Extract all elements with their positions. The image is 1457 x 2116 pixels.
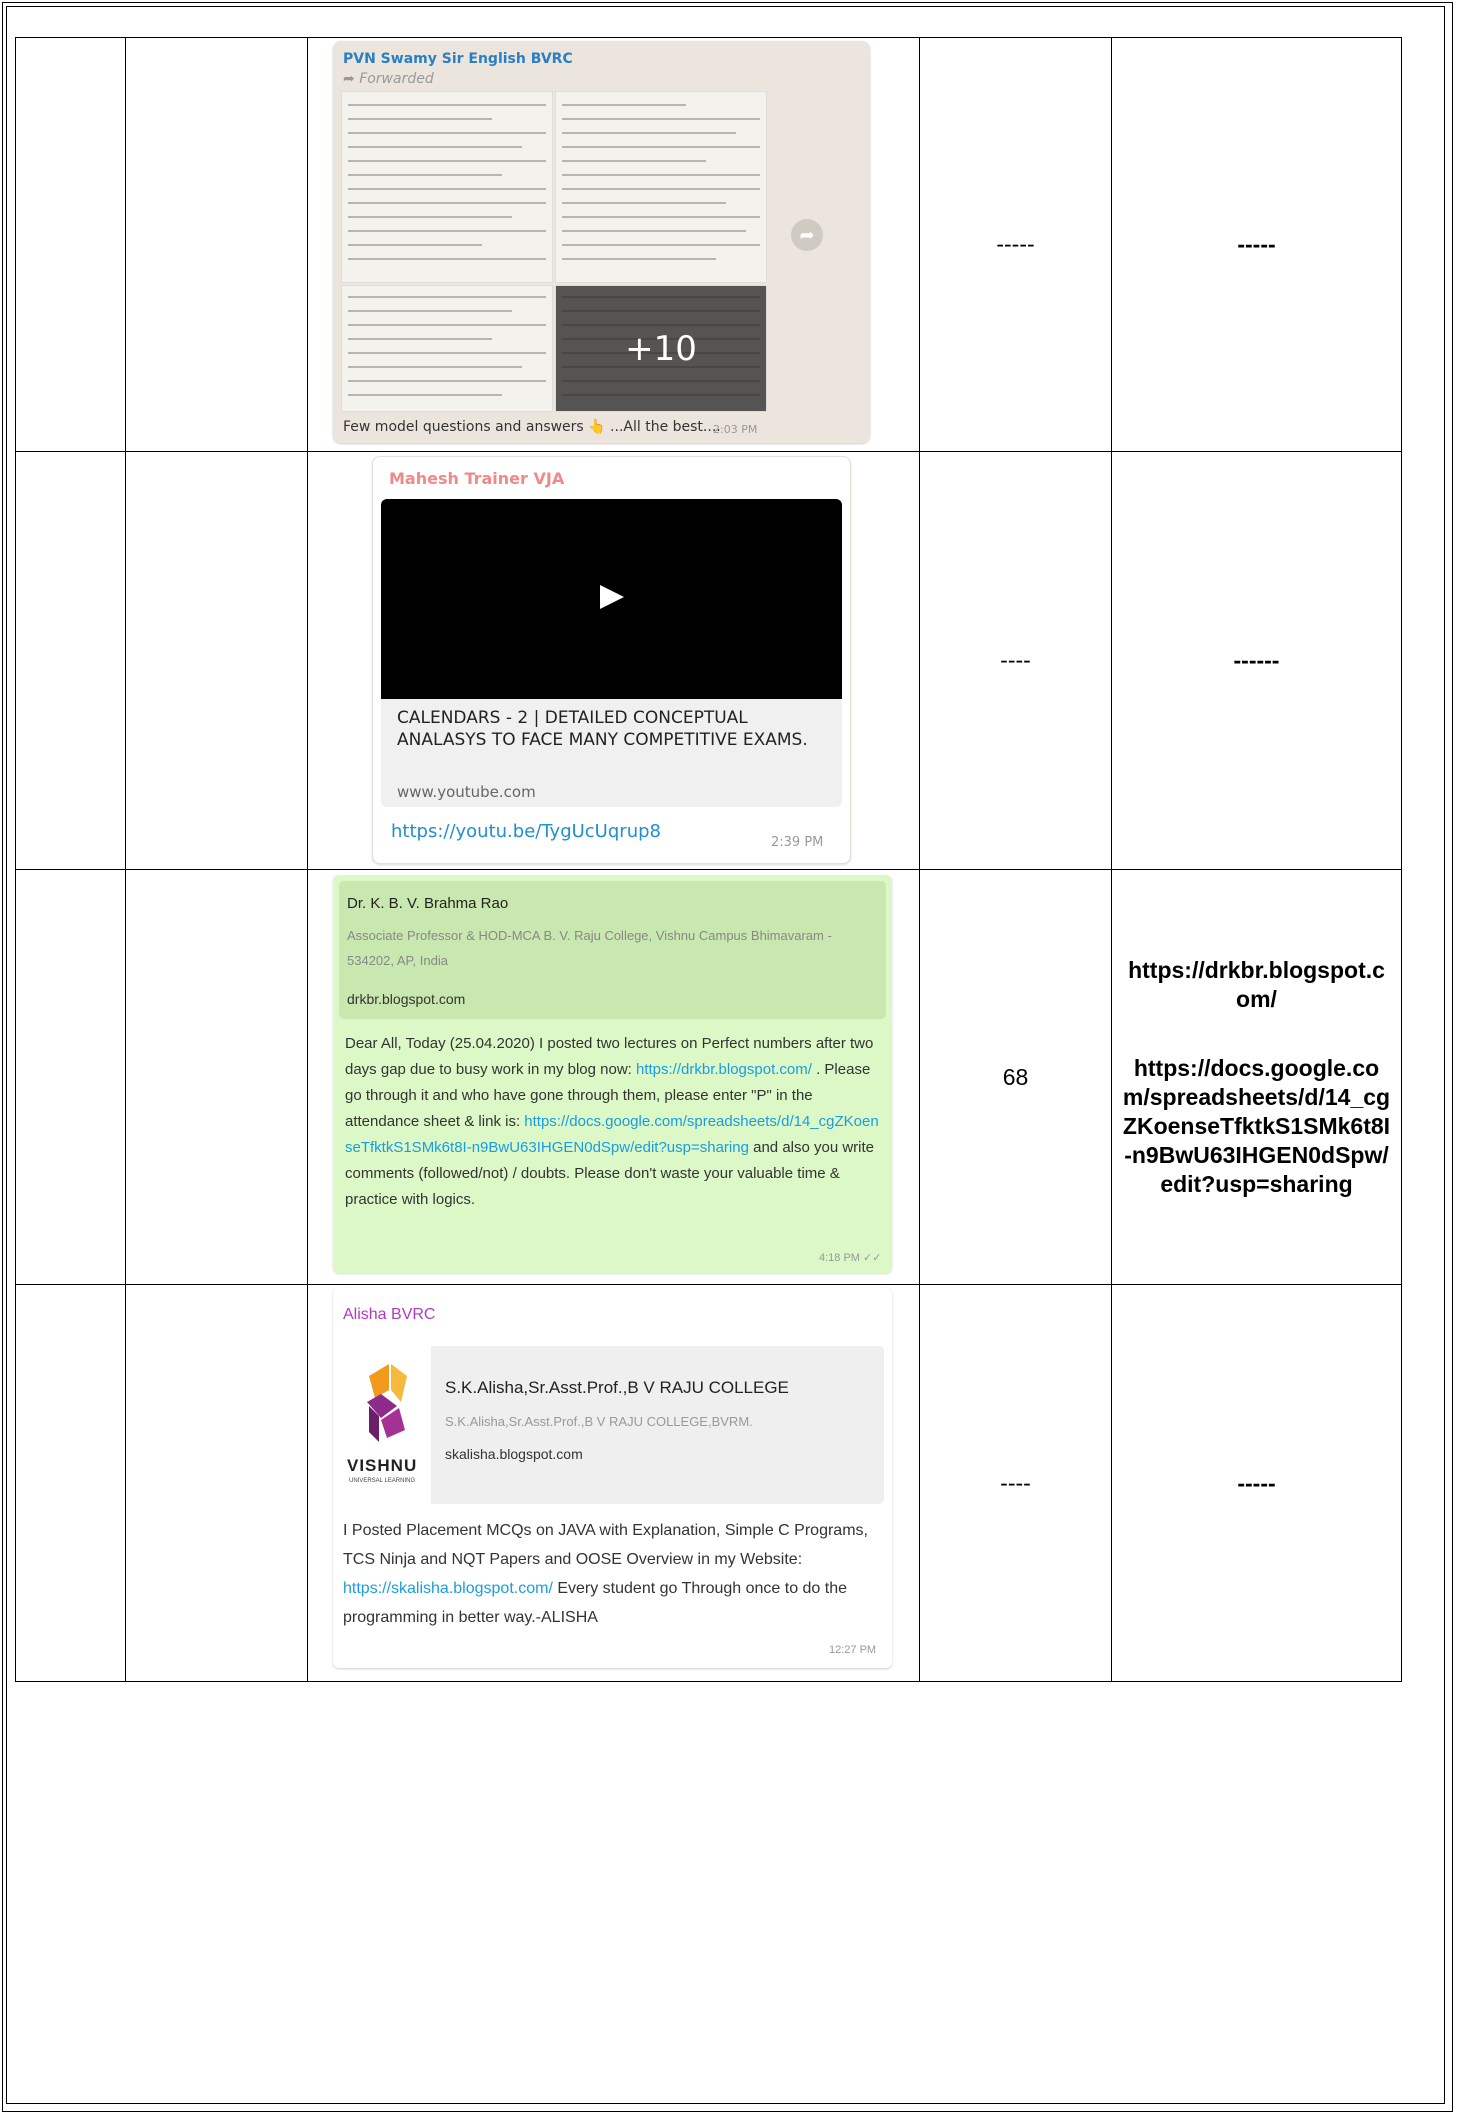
link-preview[interactable]: VISHNU UNIVERSAL LEARNING S.K.Alisha,Sr.…: [341, 1346, 884, 1504]
preview-description: Associate Professor & HOD-MCA B. V. Raju…: [347, 928, 832, 968]
preview-site: drkbr.blogspot.com: [347, 991, 466, 1007]
logo-text: VISHNU: [347, 1456, 418, 1475]
empty-cell: [125, 451, 308, 870]
play-icon[interactable]: [600, 585, 624, 609]
sender-name: Mahesh Trainer VJA: [389, 469, 565, 488]
evidence-table: PVN Swamy Sir English BVRC ➦ Forwarded +…: [15, 37, 1402, 1682]
sender-name: Alisha BVRC: [343, 1306, 436, 1323]
sender-name: PVN Swamy Sir English BVRC: [343, 51, 573, 67]
blog-link[interactable]: https://drkbr.blogspot.com/: [636, 1061, 812, 1078]
video-title: CALENDARS - 2 | DETAILED CONCEPTUAL ANAL…: [397, 708, 808, 750]
table-row: Alisha BVRC VISHNU UNIVERSAL LEARNING S.…: [15, 1284, 1402, 1682]
links-cell: ------: [1111, 451, 1402, 870]
empty-cell: [15, 869, 126, 1285]
table-row: Dr. K. B. V. Brahma Rao Associate Profes…: [15, 869, 1402, 1285]
website-link[interactable]: https://skalisha.blogspot.com/: [343, 1580, 553, 1597]
forward-arrow-icon: ➦: [343, 71, 360, 87]
count-cell: -----: [919, 37, 1112, 452]
album-image-3[interactable]: [341, 285, 553, 412]
preview-title: Dr. K. B. V. Brahma Rao: [347, 895, 509, 912]
message-time: 2:03 PM: [713, 423, 758, 436]
blog-url: https://drkbr.blogspot.com/: [1128, 956, 1385, 1012]
screenshot-cell: Alisha BVRC VISHNU UNIVERSAL LEARNING S.…: [307, 1284, 920, 1682]
video-link[interactable]: https://youtu.be/TygUcUqrup8: [391, 821, 661, 842]
message-text-part: I Posted Placement MCQs on JAVA with Exp…: [343, 1522, 868, 1568]
album-caption: Few model questions and answers 👆 ...All…: [343, 419, 721, 435]
forwarded-text: Forwarded: [359, 71, 434, 87]
whatsapp-website-message: Alisha BVRC VISHNU UNIVERSAL LEARNING S.…: [333, 1288, 892, 1668]
links-cell: -----: [1111, 1284, 1402, 1682]
message-text: Dear All, Today (25.04.2020) I posted tw…: [345, 1031, 885, 1213]
link-preview[interactable]: Dr. K. B. V. Brahma Rao Associate Profes…: [339, 881, 886, 1019]
empty-cell: [125, 37, 308, 452]
table-row: PVN Swamy Sir English BVRC ➦ Forwarded +…: [15, 37, 1402, 452]
empty-cell: [125, 1284, 308, 1682]
preview-description: S.K.Alisha,Sr.Asst.Prof.,B V RAJU COLLEG…: [445, 1414, 753, 1429]
preview-title: S.K.Alisha,Sr.Asst.Prof.,B V RAJU COLLEG…: [445, 1378, 789, 1397]
album-image-1[interactable]: [341, 91, 553, 283]
video-site: www.youtube.com: [397, 783, 536, 801]
message-time: 2:39 PM: [771, 835, 824, 850]
message-time: 4:18 PM ✓✓: [819, 1251, 881, 1264]
empty-cell: [15, 37, 126, 452]
message-time-text: 4:18 PM: [819, 1252, 860, 1264]
empty-cell: [15, 451, 126, 870]
screenshot-cell: Dr. K. B. V. Brahma Rao Associate Profes…: [307, 869, 920, 1285]
album-image-4[interactable]: +10: [555, 285, 767, 412]
screenshot-cell: PVN Swamy Sir English BVRC ➦ Forwarded +…: [307, 37, 920, 452]
empty-cell: [125, 869, 308, 1285]
message-time: 12:27 PM: [829, 1644, 877, 1656]
table-row: Mahesh Trainer VJA CALENDARS - 2 | DETAI…: [15, 451, 1402, 870]
links-cell: -----: [1111, 37, 1402, 452]
video-thumbnail[interactable]: [381, 499, 842, 699]
preview-site: skalisha.blogspot.com: [445, 1446, 583, 1462]
whatsapp-video-message: Mahesh Trainer VJA CALENDARS - 2 | DETAI…: [372, 456, 851, 864]
count-cell: ----: [919, 1284, 1112, 1682]
links-cell: https://drkbr.blogspot.com/ https://docs…: [1111, 869, 1402, 1285]
forward-share-icon[interactable]: ➦: [791, 219, 823, 251]
whatsapp-album-message: PVN Swamy Sir English BVRC ➦ Forwarded +…: [333, 41, 870, 443]
vishnu-logo: VISHNU UNIVERSAL LEARNING: [341, 1346, 431, 1504]
logo-subtext: UNIVERSAL LEARNING: [349, 1478, 416, 1484]
message-text: I Posted Placement MCQs on JAVA with Exp…: [343, 1516, 883, 1632]
link-preview[interactable]: CALENDARS - 2 | DETAILED CONCEPTUAL ANAL…: [381, 699, 842, 807]
sheet-url: https://docs.google.com/spreadsheets/d/1…: [1122, 1054, 1391, 1197]
more-images-overlay[interactable]: +10: [556, 286, 766, 411]
screenshot-cell: Mahesh Trainer VJA CALENDARS - 2 | DETAI…: [307, 451, 920, 870]
empty-cell: [15, 1284, 126, 1682]
whatsapp-blog-message: Dr. K. B. V. Brahma Rao Associate Profes…: [333, 875, 892, 1273]
double-check-icon: ✓✓: [863, 1252, 882, 1264]
count-cell: 68: [919, 869, 1112, 1285]
count-cell: ----: [919, 451, 1112, 870]
forwarded-label: ➦ Forwarded: [343, 71, 434, 87]
album-image-2[interactable]: [555, 91, 767, 283]
